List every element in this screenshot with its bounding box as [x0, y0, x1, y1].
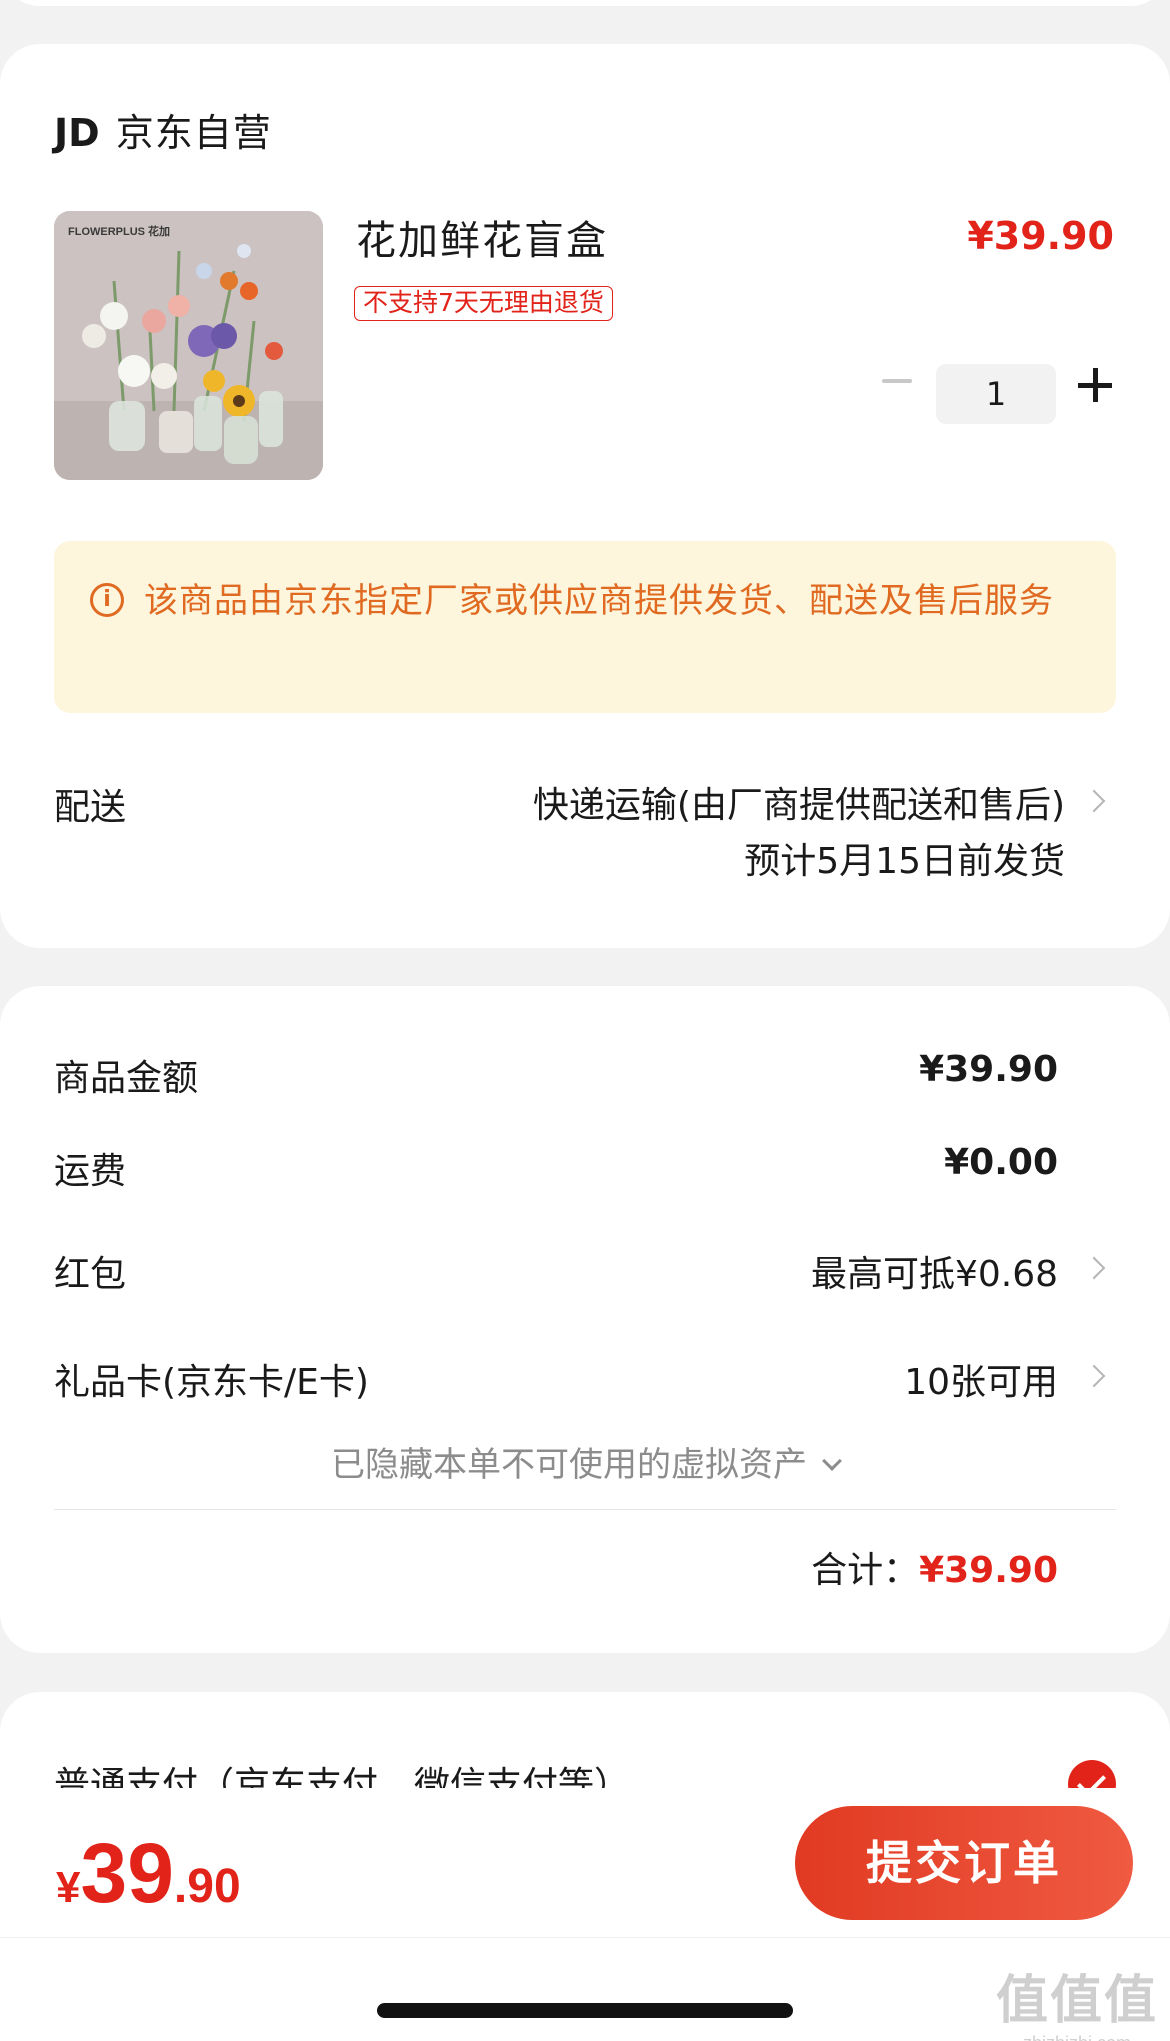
product-name[interactable]: 花加鲜花盲盒: [356, 208, 608, 266]
divider: [0, 1937, 1170, 1938]
product-image-brand: FLOWERPLUS 花加: [68, 226, 171, 238]
watermark-logo: 值值值: [995, 1972, 1158, 2030]
quantity-plus-button[interactable]: [1078, 368, 1112, 402]
goods-amount-label: 商品金额: [54, 1058, 199, 1099]
hidden-assets-toggle[interactable]: 已隐藏本单不可使用的虚拟资产: [0, 1437, 1170, 1486]
order-total: 合计：¥39.90: [811, 1541, 1058, 1593]
info-icon: i: [90, 583, 124, 617]
home-indicator[interactable]: [377, 2003, 793, 2018]
store-header: JD 京东自营: [54, 102, 272, 157]
gift-card-value[interactable]: 10张可用: [904, 1353, 1058, 1405]
quantity-input[interactable]: 1: [936, 364, 1056, 424]
price-integer: 39: [80, 1826, 174, 1920]
shipping-value: ¥0.00: [944, 1142, 1058, 1183]
supplier-notice-text: 该商品由京东指定厂家或供应商提供发货、配送及售后服务: [144, 581, 1054, 621]
red-packet-value[interactable]: 最高可抵¥0.68: [811, 1245, 1058, 1297]
store-name: 京东自营: [115, 111, 272, 155]
delivery-info[interactable]: 快递运输(由厂商提供配送和售后) 预计5月15日前发货: [533, 778, 1065, 890]
quantity-minus-button[interactable]: [882, 379, 912, 383]
total-amount: ¥39.90: [919, 1550, 1058, 1591]
flower-bouquet-illustration: [54, 211, 323, 480]
gift-card-label: 礼品卡(京东卡/E卡): [54, 1362, 369, 1403]
jd-logo: JD: [54, 111, 100, 155]
return-policy-tag: 不支持7天无理由退货: [354, 286, 613, 321]
price-decimal: .90: [173, 1860, 241, 1913]
site-watermark: 值值值 zhizhizhi.com: [996, 1958, 1158, 2041]
delivery-estimate: 预计5月15日前发货: [744, 841, 1065, 882]
goods-amount-value: ¥39.90: [919, 1049, 1058, 1090]
red-packet-label: 红包: [54, 1254, 127, 1295]
hidden-assets-text: 已隐藏本单不可使用的虚拟资产: [331, 1445, 807, 1485]
delivery-method: 快递运输(由厂商提供配送和售后): [532, 785, 1065, 826]
delivery-label: 配送: [54, 787, 127, 828]
submit-order-button[interactable]: 提交订单: [795, 1806, 1133, 1920]
total-label: 合计：: [811, 1550, 920, 1591]
divider: [54, 1509, 1116, 1510]
supplier-notice: i 该商品由京东指定厂家或供应商提供发货、配送及售后服务: [54, 541, 1116, 713]
bottom-total-price: ¥39.90: [56, 1825, 241, 1922]
product-price: ¥39.90: [967, 214, 1114, 258]
chevron-down-icon: [822, 1451, 842, 1471]
currency-symbol: ¥: [56, 1863, 81, 1912]
product-image[interactable]: FLOWERPLUS 花加: [54, 211, 323, 480]
previous-card: [0, 0, 1170, 6]
shipping-label: 运费: [54, 1151, 127, 1192]
watermark-url: zhizhizhi.com: [996, 2033, 1158, 2041]
